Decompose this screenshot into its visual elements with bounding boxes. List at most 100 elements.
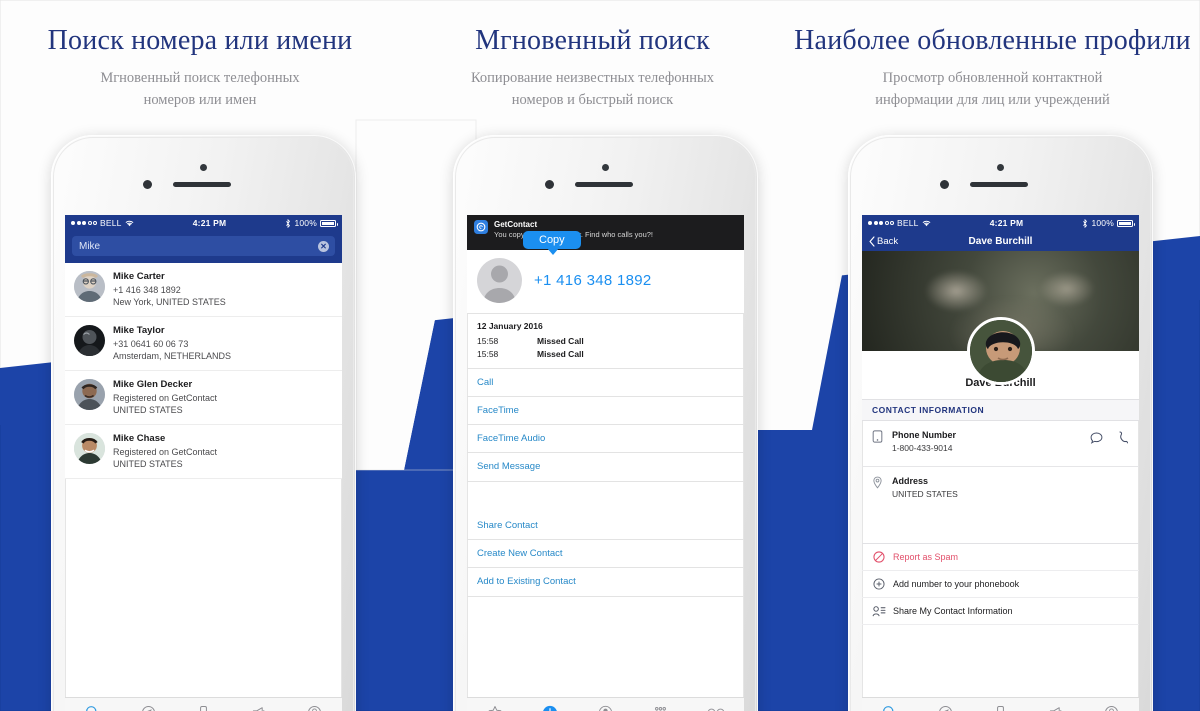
phone-top-hardware [51,135,356,215]
contact-detail-2: UNITED STATES [113,459,183,470]
tab-spam[interactable]: Spam [176,704,231,711]
action-label: Share My Contact Information [893,605,1013,616]
wifi-icon [125,220,134,226]
location-pin-icon [872,475,885,494]
getcontact-app-icon [474,220,488,234]
info-row-address[interactable]: Address UNITED STATES [862,467,1139,504]
action-send-message[interactable]: Send Message [467,453,744,482]
action-facetime[interactable]: FaceTime [467,397,744,426]
tab-keypad[interactable]: Keypad [633,704,688,711]
clock-icon [522,704,577,711]
avatar [74,325,105,357]
call-time: 15:58 [477,335,499,346]
page-title-3: Наиболее обновленные профили [794,25,1191,56]
tab-discover[interactable]: Discover [120,704,175,711]
action-facetime-audio[interactable]: FaceTime Audio [467,425,744,454]
person-circle-icon [1084,704,1139,711]
status-bar-right: 100% [285,218,338,228]
action-add-to-existing-contact[interactable]: Add to Existing Contact [467,568,744,597]
notification-app-name: GetContact [494,220,538,229]
list-item[interactable]: Mike Carter +1 416 348 1892 New York, UN… [65,263,342,318]
page-subtitle-3: Просмотр обновленной контактной информац… [875,69,1110,109]
signal-strength-icon [71,221,97,225]
message-bubble-icon[interactable] [1090,431,1103,449]
tab-voicemail[interactable]: Voicemail [689,704,744,711]
battery-icon [1117,219,1135,227]
person-placeholder-icon [477,257,522,303]
contact-info: Mike Chase Registered on GetContact UNIT… [113,433,217,470]
action-label: Add number to your phonebook [893,578,1020,589]
star-icon [467,704,522,711]
person-icon [578,704,633,711]
call-log-row: 15:58 Missed Call [477,349,734,359]
tab-search[interactable]: Search [862,704,917,711]
plus-circle-icon [872,578,886,590]
share-my-contact-button[interactable]: Share My Contact Information [862,598,1139,625]
compass-icon [917,704,972,711]
tab-me[interactable]: Me [1084,704,1139,711]
tab-spam[interactable]: Spam [973,704,1028,711]
report-as-spam-button[interactable]: Report as Spam [862,544,1139,571]
tab-notifications[interactable]: Notifications [231,704,286,711]
section-header-contact-info: CONTACT INFORMATION [862,399,1139,421]
notification-banner[interactable]: GetContact You copy a phone number. Find… [467,215,744,258]
tab-bar: Favourites Recents Contacts [467,697,744,711]
tab-bar: Search Discover Spam Notifications [65,697,342,711]
page-title-2: Мгновенный поиск [475,25,710,56]
tab-recents[interactable]: Recents [522,704,577,711]
list-item[interactable]: Mike Chase Registered on GetContact UNIT… [65,425,342,480]
search-input-value: Mike [79,240,101,252]
list-item[interactable]: Mike Glen Decker Registered on GetContac… [65,371,342,426]
info-row-actions [1090,431,1129,449]
proximity-sensor-icon [602,164,609,171]
tab-contacts[interactable]: Contacts [578,704,633,711]
tab-discover[interactable]: Discover [917,704,972,711]
avatar [966,317,1035,385]
earpiece-speaker-icon [970,182,1028,187]
phone-number-value[interactable]: +1 416 348 1892 [534,272,652,289]
tab-search[interactable]: Search [65,704,120,711]
info-row-phone-number[interactable]: Phone Number 1-800-433-9014 [862,421,1139,458]
earpiece-speaker-icon [173,182,231,187]
call-type: Missed Call [537,335,584,346]
info-value: UNITED STATES [892,488,958,499]
phone-device-icon [872,429,885,448]
phone-number-header: Copy +1 416 348 1892 [467,230,744,314]
status-bar-left: BELL [71,218,134,228]
contact-detail-1: +1 416 348 1892 [113,284,181,295]
call-time: 15:58 [477,348,499,359]
contact-detail-1: Registered on GetContact [113,393,218,403]
status-bar: BELL 4:21 PM 100% [65,215,342,231]
bluetooth-icon [1083,218,1088,228]
info-label: Address [892,476,929,487]
contact-name: Mike Taylor [113,325,165,337]
search-results-list: Mike Carter +1 416 348 1892 New York, UN… [65,263,342,480]
contact-info: Mike Glen Decker Registered on GetContac… [113,379,217,416]
back-button[interactable]: Back [869,236,898,247]
action-label: Report as Spam [893,551,959,562]
call-history: 12 January 2016 15:58 Missed Call 15:58 … [467,314,744,369]
tab-me[interactable]: Me [287,704,342,711]
phone-block-icon [176,704,231,711]
action-call[interactable]: Call [467,369,744,397]
clear-circle-icon[interactable]: ✕ [318,240,329,252]
status-bar-left: BELL [868,218,931,228]
action-create-new-contact[interactable]: Create New Contact [467,540,744,569]
contact-detail-2: Amsterdam, NETHERLANDS [113,351,232,362]
voicemail-icon [689,704,744,711]
copy-tooltip[interactable]: Copy [523,230,581,255]
add-number-button[interactable]: Add number to your phonebook [862,571,1139,598]
action-share-contact[interactable]: Share Contact [467,512,744,540]
carrier-label: BELL [897,218,919,228]
phone-handset-icon[interactable] [1117,431,1129,449]
phone-block-icon [973,704,1028,711]
tab-notifications[interactable]: Notifications [1028,704,1083,711]
clock-label: 4:21 PM [989,218,1024,228]
call-log-date: 12 January 2016 [477,320,543,331]
profile-header: Dave Burchill [862,317,1139,399]
search-icon [65,704,120,711]
list-item[interactable]: Mike Taylor +31 0641 60 06 73 Amsterdam,… [65,317,342,372]
tab-favourites[interactable]: Favourites [467,704,522,711]
search-input[interactable]: Mike ✕ [72,236,335,256]
